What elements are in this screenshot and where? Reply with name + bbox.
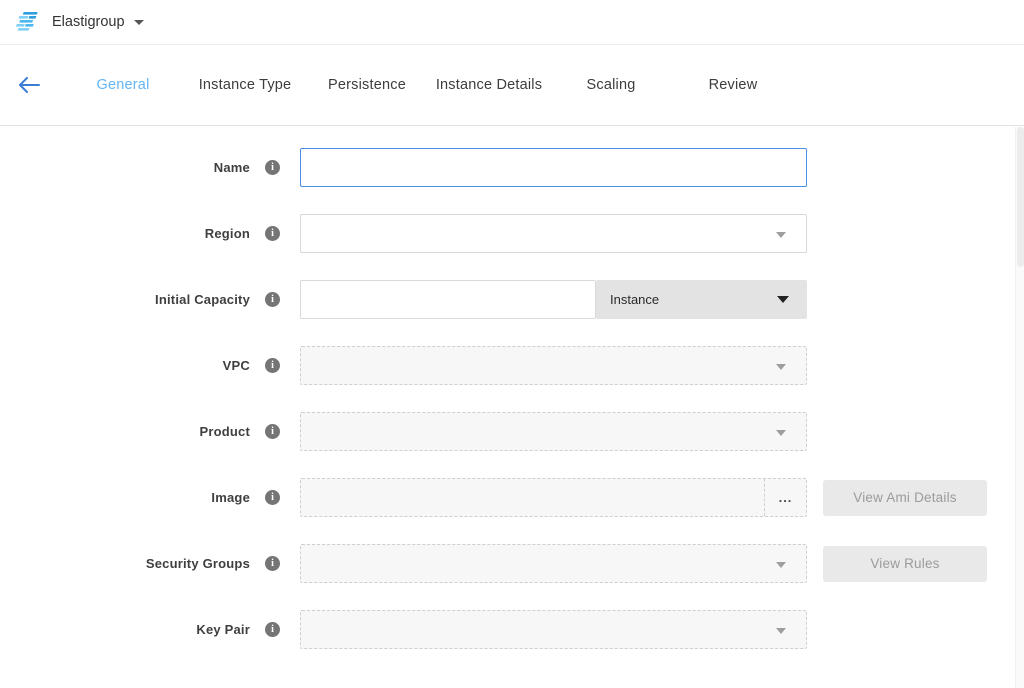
tab-instance-details[interactable]: Instance Details [428, 77, 550, 93]
name-input[interactable] [300, 148, 807, 187]
region-row: Region i [0, 214, 1024, 253]
region-select[interactable] [300, 214, 807, 253]
image-value [301, 479, 764, 516]
region-label: Region [205, 226, 250, 241]
security-groups-label: Security Groups [146, 556, 250, 571]
tab-review[interactable]: Review [672, 77, 794, 93]
wizard-tabs: General Instance Type Persistence Instan… [62, 77, 794, 93]
info-icon: i [265, 292, 280, 307]
key-pair-select [300, 610, 807, 649]
chevron-down-icon [776, 430, 786, 436]
chevron-down-icon [776, 232, 786, 238]
image-row: Image i ... View Ami Details [0, 478, 1024, 517]
image-label: Image [211, 490, 250, 505]
tab-scaling[interactable]: Scaling [550, 77, 672, 93]
product-row: Product i [0, 412, 1024, 451]
tab-general[interactable]: General [62, 77, 184, 93]
wizard-tab-bar: General Instance Type Persistence Instan… [0, 45, 1024, 126]
product-label: Product [199, 424, 250, 439]
product-select [300, 412, 807, 451]
back-button[interactable] [18, 77, 62, 93]
info-icon: i [265, 622, 280, 637]
view-ami-details-button: View Ami Details [823, 480, 987, 516]
app-header: Elastigroup [0, 0, 1024, 45]
tab-instance-type[interactable]: Instance Type [184, 77, 306, 93]
elastigroup-logo-icon [16, 11, 42, 33]
info-icon: i [265, 160, 280, 175]
chevron-down-icon [776, 364, 786, 370]
chevron-down-icon [777, 296, 789, 303]
app-switcher[interactable]: Elastigroup [52, 14, 144, 30]
chevron-down-icon [134, 20, 144, 25]
general-settings-form: Name i Region i Initial Capacity i Insta… [0, 126, 1024, 649]
vpc-select [300, 346, 807, 385]
security-groups-select [300, 544, 807, 583]
key-pair-row: Key Pair i [0, 610, 1024, 649]
capacity-unit-value: Instance [610, 292, 659, 307]
app-title-label: Elastigroup [52, 14, 125, 30]
info-icon: i [265, 226, 280, 241]
name-label: Name [214, 160, 250, 175]
capacity-unit-select[interactable]: Instance [596, 280, 807, 319]
view-rules-button: View Rules [823, 546, 987, 582]
image-input: ... [300, 478, 807, 517]
info-icon: i [265, 556, 280, 571]
chevron-down-icon [776, 628, 786, 634]
key-pair-label: Key Pair [196, 622, 250, 637]
initial-capacity-row: Initial Capacity i Instance [0, 280, 1024, 319]
tab-persistence[interactable]: Persistence [306, 77, 428, 93]
browse-image-button: ... [764, 479, 806, 516]
info-icon: i [265, 424, 280, 439]
security-groups-row: Security Groups i View Rules [0, 544, 1024, 583]
info-icon: i [265, 358, 280, 373]
vertical-scrollbar[interactable] [1015, 127, 1024, 688]
vpc-row: VPC i [0, 346, 1024, 385]
vpc-label: VPC [223, 358, 250, 373]
scrollbar-thumb[interactable] [1017, 127, 1024, 267]
chevron-down-icon [776, 562, 786, 568]
initial-capacity-input[interactable] [300, 280, 596, 319]
name-row: Name i [0, 148, 1024, 187]
initial-capacity-label: Initial Capacity [155, 292, 250, 307]
back-arrow-icon [18, 77, 40, 93]
info-icon: i [265, 490, 280, 505]
